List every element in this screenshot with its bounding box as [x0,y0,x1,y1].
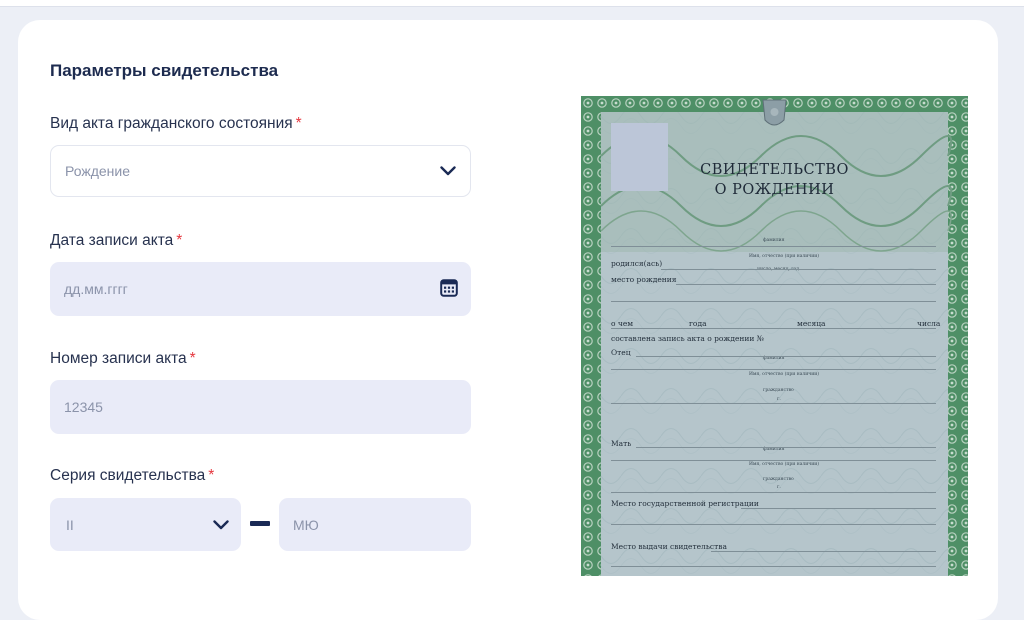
hint-name: Имя, отчество (при наличии) [749,254,819,259]
act-date-input[interactable]: дд.мм.гггг [50,262,471,316]
calendar-icon[interactable] [440,278,458,300]
chevron-down-icon[interactable] [440,163,456,179]
line [611,492,936,493]
required-mark: * [189,350,196,367]
act-number-input[interactable]: 12345 [50,380,471,434]
act-date-label-text: Дата записи акта [50,232,174,249]
cert-series-letters-placeholder: МЮ [293,516,319,533]
field-reg-place: Место государственной регистрации [611,499,759,508]
field-year: года [689,319,707,328]
field-birthplace: место рождения [611,275,677,284]
line [611,460,936,461]
act-type-label-text: Вид акта гражданского состояния [50,115,293,132]
cert-series-label-text: Серия свидетельства [50,467,206,484]
line [611,301,936,302]
certificate-preview-image: СВИДЕТЕЛЬСТВО О РОЖДЕНИИ фамилия Имя, от… [581,96,968,576]
cert-series-roman-value: II [66,516,74,533]
required-mark: * [176,232,183,249]
hint-name: Имя, отчество (при наличии) [749,462,819,467]
field-record: составлена запись акта о рождении № [611,334,764,343]
line [611,369,936,370]
hint-citizenship: гражданство [763,477,794,482]
field-father: Отец [611,348,631,357]
emblem-icon [762,99,787,126]
line [636,356,936,357]
line [611,328,936,329]
act-type-value: Рождение [65,163,131,179]
chevron-down-icon[interactable] [213,517,229,533]
hint-name: Имя, отчество (при наличии) [749,372,819,377]
field-issue-place: Место выдачи свидетельства [611,542,727,551]
hint-surname: фамилия [763,238,785,243]
certificate-title-line2: О РОЖДЕНИИ [714,182,835,198]
act-date-label: Дата записи акта * [50,232,182,250]
section-title: Параметры свидетельства [50,61,279,80]
field-mother: Мать [611,439,632,448]
line [611,566,936,567]
required-mark: * [295,115,302,132]
line [611,524,936,525]
line [636,447,936,448]
line [611,246,936,247]
act-date-placeholder: дд.мм.гггг [64,281,128,297]
field-about: о чем [611,319,634,328]
hint-g: г. [777,397,781,402]
series-dash [250,521,270,526]
top-bar [0,0,1024,7]
required-mark: * [208,467,215,484]
line [661,269,936,270]
act-type-select[interactable]: Рождение [50,145,471,197]
line [611,403,936,404]
photo-placeholder [611,123,668,191]
act-type-label: Вид акта гражданского состояния * [50,115,302,133]
hint-citizenship: гражданство [763,388,794,393]
line [676,284,936,285]
line [741,508,936,509]
act-number-label: Номер записи акта * [50,350,196,368]
certificate-title-line1: СВИДЕТЕЛЬСТВО [700,162,849,178]
cert-series-letters-input[interactable]: МЮ [279,498,471,551]
act-number-placeholder: 12345 [64,399,103,415]
act-number-label-text: Номер записи акта [50,350,187,367]
line [711,551,936,552]
field-born: родился(ась) [611,259,663,268]
cert-series-label: Серия свидетельства * [50,467,214,485]
cert-series-roman-select[interactable]: II [50,498,241,551]
hint-g: г. [777,485,781,490]
field-month: месяца [797,319,826,328]
field-day: числа [917,319,941,328]
